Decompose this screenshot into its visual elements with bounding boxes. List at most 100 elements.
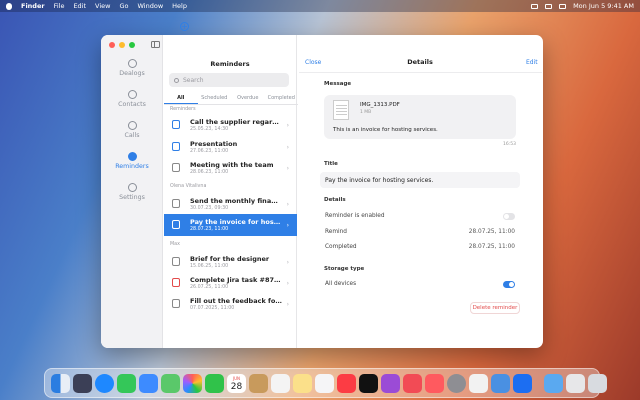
list-item[interactable]: Meeting with the team 28.06.23, 11:00 › (164, 157, 297, 179)
close-button[interactable]: Close (305, 59, 321, 66)
downloads-folder-icon[interactable] (544, 373, 563, 393)
sidebar-item-label: Dealogs (119, 70, 145, 77)
list-item[interactable]: Presentation 27.06.23, 11:00 › (164, 136, 297, 158)
close-window-button[interactable] (109, 42, 115, 48)
chat-icon (127, 59, 137, 68)
menu-app-name[interactable]: Finder (21, 2, 45, 10)
list-item-date: 25.05.23, 14:30 (190, 127, 229, 132)
sidebar-item-calls[interactable]: Calls (101, 121, 163, 139)
section-header: Max (170, 242, 180, 247)
list-item[interactable]: Send the monthly financial r... 30.07.23… (164, 193, 297, 215)
menu-help[interactable]: Help (172, 2, 187, 10)
menu-view[interactable]: View (95, 2, 110, 10)
menu-file[interactable]: File (54, 2, 65, 10)
minimize-window-button[interactable] (119, 42, 125, 48)
all-devices-toggle[interactable] (503, 280, 515, 288)
mail-icon[interactable] (139, 373, 158, 393)
chevron-right-icon: › (286, 165, 289, 172)
facetime-icon[interactable] (205, 373, 224, 393)
list-item-title: Pay the invoice for hosting s... (190, 218, 282, 226)
sidebar-item-settings[interactable]: Settings (101, 183, 163, 201)
wifi-icon[interactable] (531, 3, 539, 9)
reminder-icon (172, 163, 180, 172)
xcode-icon[interactable] (513, 373, 532, 393)
title-label: Title (324, 161, 338, 167)
reminder-icon (172, 142, 180, 151)
safari-icon[interactable] (95, 373, 114, 393)
completed-value: 28.07.25, 11:00 (468, 244, 515, 250)
control-center-icon[interactable] (559, 3, 567, 9)
delete-reminder-button[interactable]: Delete reminder (470, 302, 520, 314)
menu-clock[interactable]: Mon Jun 5 9:41 AM (573, 2, 634, 10)
pages-icon[interactable] (469, 373, 488, 393)
list-item-selected[interactable]: Pay the invoice for hosting s... 28.07.2… (164, 214, 297, 236)
sidebar: Dealogs Contacts Calls Reminders Setting… (101, 35, 163, 348)
sidebar-toggle-icon[interactable] (151, 41, 160, 48)
sidebar-item-contacts[interactable]: Contacts (101, 90, 163, 108)
music-icon[interactable] (337, 373, 356, 393)
menu-go[interactable]: Go (119, 2, 128, 10)
section-header: Olena Vitalivna (170, 184, 207, 189)
apple-menu-icon[interactable] (6, 2, 12, 10)
notes-icon[interactable] (293, 373, 312, 393)
system-settings-icon[interactable] (447, 373, 466, 393)
list-item[interactable]: Complete Jira task #87654. 26.07.25, 11:… (164, 272, 297, 294)
launchpad-icon[interactable] (73, 373, 92, 393)
list-item-title: Call the supplier regarding t... (190, 118, 282, 126)
menu-bar: Finder File Edit View Go Window Help Mon… (0, 0, 640, 12)
tab-all[interactable]: All (164, 95, 198, 104)
pdf-file-icon[interactable] (333, 100, 349, 120)
tab-scheduled[interactable]: Scheduled (198, 95, 232, 104)
completed-label: Completed (325, 244, 357, 250)
messages-icon[interactable] (117, 373, 136, 393)
list-item-title: Fill out the feedback form af... (190, 297, 282, 305)
sidebar-item-label: Reminders (115, 163, 149, 170)
file-name[interactable]: IMG_1313.PDF (360, 102, 400, 108)
news-icon[interactable] (403, 373, 422, 393)
chevron-right-icon: › (286, 280, 289, 287)
reminder-icon (172, 278, 180, 287)
message-label: Message (324, 81, 352, 87)
calendar-icon[interactable]: JUN 28 (227, 373, 246, 393)
reminders-app-icon[interactable] (271, 373, 290, 393)
window-controls (109, 42, 135, 48)
photos-icon[interactable] (183, 373, 202, 393)
chevron-right-icon: › (286, 259, 289, 266)
chevron-right-icon: › (286, 122, 289, 129)
tab-overdue[interactable]: Overdue (231, 95, 265, 104)
message-text: This is an invoice for hosting services. (333, 127, 438, 133)
preview-icon[interactable] (491, 373, 510, 393)
header-divider (299, 72, 542, 73)
maps-icon[interactable] (161, 373, 180, 393)
zoom-window-button[interactable] (129, 42, 135, 48)
add-reminder-button[interactable]: + (180, 22, 189, 31)
reminder-enabled-toggle[interactable] (503, 212, 515, 220)
app-store-icon[interactable] (425, 373, 444, 393)
finder-icon[interactable] (51, 373, 70, 393)
file-size: 1 MB (360, 110, 372, 115)
search-icon[interactable] (545, 3, 553, 9)
sidebar-item-reminders[interactable]: Reminders (101, 152, 163, 170)
document-stack-icon[interactable] (566, 373, 585, 393)
list-item[interactable]: Brief for the designer 15.06.25, 11:00 › (164, 251, 297, 273)
apple-tv-icon[interactable] (359, 373, 378, 393)
sidebar-item-label: Contacts (118, 101, 146, 108)
contacts-app-icon[interactable] (249, 373, 268, 393)
edit-button[interactable]: Edit (526, 59, 538, 66)
title-field[interactable]: Pay the invoice for hosting services. (320, 172, 520, 188)
tab-completed[interactable]: Completed (265, 95, 299, 104)
search-input[interactable]: Search (169, 73, 289, 87)
podcasts-icon[interactable] (381, 373, 400, 393)
remind-label: Remind (325, 229, 347, 235)
menu-edit[interactable]: Edit (73, 2, 86, 10)
trash-icon[interactable] (588, 373, 607, 393)
remind-value[interactable]: 28.07.25, 11:00 (469, 229, 515, 235)
chevron-right-icon: › (286, 222, 289, 229)
freeform-icon[interactable] (315, 373, 334, 393)
sidebar-item-label: Calls (124, 132, 140, 139)
menu-window[interactable]: Window (138, 2, 164, 10)
sidebar-item-dealogs[interactable]: Dealogs (101, 59, 163, 77)
list-item[interactable]: Call the supplier regarding t... 25.05.2… (164, 114, 297, 136)
list-item[interactable]: Fill out the feedback form af... 07.07.2… (164, 293, 297, 315)
chevron-right-icon: › (286, 301, 289, 308)
